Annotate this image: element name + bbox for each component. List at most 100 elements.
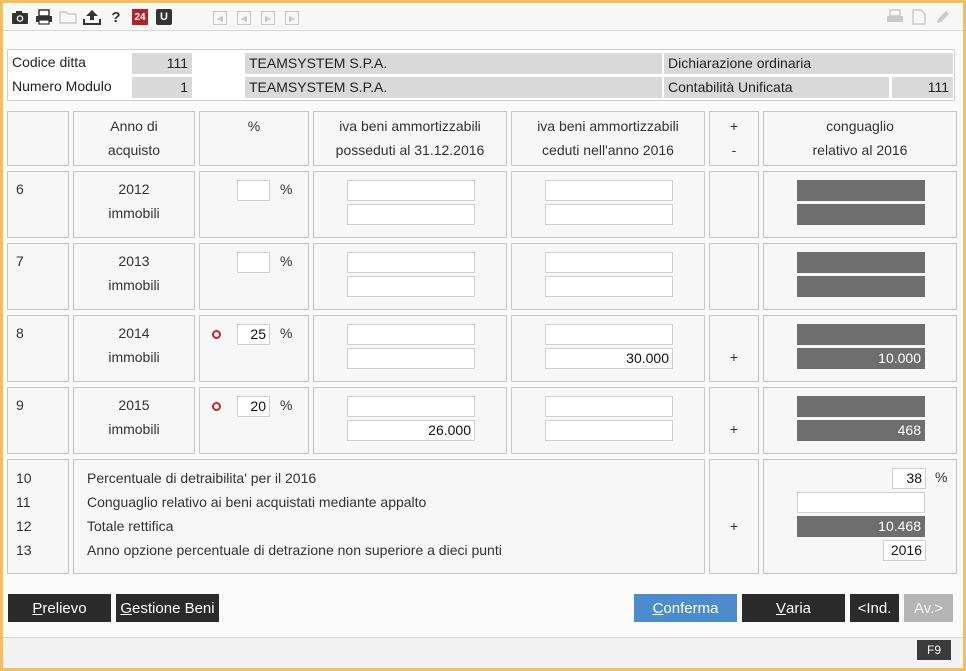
- upload-icon[interactable]: [82, 8, 102, 26]
- row-6-anno-cell: 2012 immobili: [73, 171, 195, 238]
- contabilita-label: Contabilità Unificata: [664, 77, 889, 98]
- row-7-perc-input[interactable]: [237, 252, 270, 273]
- row-8-sign: +: [729, 349, 739, 365]
- conferma-button[interactable]: Conferma: [634, 594, 737, 622]
- row-8-posseduti-input-1[interactable]: [347, 324, 475, 345]
- help-glyph: ?: [111, 8, 121, 26]
- u-icon[interactable]: U: [154, 8, 174, 26]
- row-9-conguaglio-1: [797, 396, 925, 417]
- row-9-anno-cell: 2015 immobili: [73, 387, 195, 454]
- ind-button[interactable]: <Ind.: [850, 594, 899, 622]
- col-header-conguaglio: conguaglio relativo al 2016: [763, 111, 957, 166]
- codice-ditta-label: Codice ditta: [12, 54, 86, 70]
- summary-num-cell: 10 11 12 13: [7, 459, 69, 574]
- row-8-conguaglio-1: [797, 324, 925, 345]
- row-7-num: 7: [16, 253, 24, 269]
- row-8-ceduti-input-1[interactable]: [545, 324, 673, 345]
- col-anno-line1: Anno di: [110, 118, 158, 134]
- f9-key-button[interactable]: F9: [917, 640, 951, 660]
- contabilita-value: 111: [892, 77, 953, 98]
- badge-24: 24: [132, 9, 148, 25]
- col-header-num: [7, 111, 69, 166]
- row-6-posseduti-cell: [313, 171, 507, 238]
- document-icon: [909, 8, 929, 26]
- row-9-conguaglio-cell: 468: [763, 387, 957, 454]
- numero-modulo-label: Numero Modulo: [12, 78, 112, 94]
- row-6-num: 6: [16, 181, 24, 197]
- help-icon[interactable]: ?: [106, 8, 126, 26]
- row-9-ceduti-input-1[interactable]: [545, 396, 673, 417]
- row-9-posseduti-cell: 26.000: [313, 387, 507, 454]
- row-6-conguaglio-1: [797, 180, 925, 201]
- col-header-sign: + -: [709, 111, 759, 166]
- conguaglio-appalto-input[interactable]: [797, 492, 925, 513]
- col-ceduti-line2: ceduti nell'anno 2016: [542, 142, 674, 158]
- summary-sign-cell: +: [709, 459, 759, 574]
- row-7-sign-cell: [709, 243, 759, 310]
- conferma-label: onferma: [663, 599, 719, 617]
- row-9-sign: +: [729, 421, 739, 437]
- row-7-perc-cell: %: [199, 243, 309, 310]
- varia-button[interactable]: Varia: [742, 594, 845, 622]
- row-9-num: 9: [16, 397, 24, 413]
- row-9-perc-cell: 20 %: [199, 387, 309, 454]
- last-record-icon: ▶: [285, 11, 299, 25]
- row-6-perc-input[interactable]: [237, 180, 270, 201]
- row-8-num-cell: 8: [7, 315, 69, 382]
- gestione-beni-button[interactable]: Gestione Beni: [116, 594, 219, 622]
- col-sign-plus: +: [729, 118, 739, 134]
- row-7-posseduti-input-1[interactable]: [347, 252, 475, 273]
- row-9-posseduti-input-1[interactable]: [347, 396, 475, 417]
- prelievo-button[interactable]: Prelievo: [8, 594, 111, 622]
- summary-label-11: Conguaglio relativo ai beni acquistati m…: [87, 494, 427, 510]
- gestione-accesskey: G: [120, 599, 133, 617]
- totale-rettifica-value: 10.468: [797, 516, 925, 537]
- row-6-ceduti-input-2[interactable]: [545, 204, 673, 225]
- row-7-type: immobili: [108, 277, 160, 293]
- printer-icon[interactable]: [34, 8, 54, 26]
- folder-icon: [58, 8, 78, 26]
- row-6-perc-cell: %: [199, 171, 309, 238]
- row-9-type: immobili: [108, 421, 160, 437]
- row-7-posseduti-cell: [313, 243, 507, 310]
- row-9-perc-input[interactable]: 20: [237, 396, 270, 417]
- row-9-conguaglio-2: 468: [797, 420, 925, 441]
- prelievo-label: relievo: [42, 599, 87, 617]
- varia-accesskey: V: [775, 599, 786, 617]
- row-6-ceduti-cell: [511, 171, 705, 238]
- calendar-24-icon[interactable]: 24: [130, 8, 150, 26]
- row-8-posseduti-input-2[interactable]: [347, 348, 475, 369]
- row-9-modified-dot-icon: [212, 402, 221, 411]
- row-7-year: 2013: [118, 253, 150, 269]
- row-7-ceduti-input-2[interactable]: [545, 276, 673, 297]
- row-7-posseduti-input-2[interactable]: [347, 276, 475, 297]
- anno-opzione-input[interactable]: 2016: [883, 540, 926, 561]
- first-record-icon: ◀: [213, 11, 227, 25]
- company-name-2: TEAMSYSTEM S.P.A.: [245, 77, 662, 98]
- dichiarazione-value: Dichiarazione ordinaria: [664, 53, 953, 74]
- camera-icon[interactable]: [10, 8, 30, 26]
- percentuale-detraibilita-input[interactable]: 38: [892, 468, 926, 489]
- av-label: Av.>: [913, 599, 944, 617]
- summary-num-10: 10: [16, 470, 32, 486]
- row-6-ceduti-input-1[interactable]: [545, 180, 673, 201]
- av-button[interactable]: Av.>: [904, 594, 953, 622]
- row-9-num-cell: 9: [7, 387, 69, 454]
- row-6-sign-cell: [709, 171, 759, 238]
- row-8-perc-cell: 25 %: [199, 315, 309, 382]
- col-header-ceduti: iva beni ammortizzabili ceduti nell'anno…: [511, 111, 705, 166]
- row-6-posseduti-input-1[interactable]: [347, 180, 475, 201]
- row-7-ceduti-input-1[interactable]: [545, 252, 673, 273]
- prelievo-accesskey: P: [32, 599, 43, 617]
- row-8-conguaglio-cell: 10.000: [763, 315, 957, 382]
- row-6-posseduti-input-2[interactable]: [347, 204, 475, 225]
- prev-record-icon: ◀: [237, 11, 251, 25]
- row-9-year: 2015: [118, 397, 150, 413]
- col-conguaglio-line1: conguaglio: [826, 118, 894, 134]
- summary-num-12: 12: [16, 518, 32, 534]
- status-bar: [3, 637, 963, 668]
- row-9-posseduti-input-2[interactable]: 26.000: [347, 420, 475, 441]
- row-8-ceduti-input-2[interactable]: 30.000: [545, 348, 673, 369]
- row-8-perc-input[interactable]: 25: [237, 324, 270, 345]
- row-9-ceduti-input-2[interactable]: [545, 420, 673, 441]
